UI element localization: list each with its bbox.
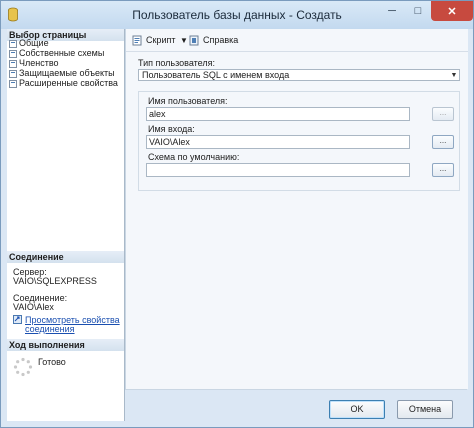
page-item-membership[interactable]: Членство	[9, 58, 118, 68]
username-field[interactable]: alex	[146, 107, 410, 121]
script-button[interactable]: Скрипт	[132, 33, 175, 47]
script-icon	[132, 35, 142, 45]
help-icon	[189, 35, 199, 45]
toolbar: Скрипт ▼ Справка	[126, 29, 468, 52]
page-item-general[interactable]: Общие	[9, 38, 118, 48]
page-item-securables[interactable]: Защищаемые объекты	[9, 68, 118, 78]
login-browse-button[interactable]: ...	[432, 135, 454, 149]
connection-value: VAIO\Alex	[13, 302, 54, 312]
progress-spinner-icon	[13, 357, 33, 377]
page-icon	[9, 59, 17, 68]
cancel-button[interactable]: Отмена	[397, 400, 453, 419]
progress-header: Ход выполнения	[7, 339, 124, 351]
page-icon	[9, 69, 17, 78]
dialog-window: Пользователь базы данных - Создать ─ □ ✕…	[0, 0, 474, 428]
username-label: Имя пользователя:	[148, 96, 228, 106]
login-label: Имя входа:	[148, 124, 195, 134]
maximize-button[interactable]: □	[405, 1, 431, 21]
help-button-label: Справка	[203, 35, 239, 45]
page-item-label: Расширенные свойства	[19, 78, 118, 88]
chevron-down-icon: ▼	[450, 71, 458, 79]
connection-header: Соединение	[7, 251, 124, 263]
main-pane: Скрипт ▼ Справка Тип пользователя: Польз…	[125, 29, 468, 389]
title-bar: Пользователь базы данных - Создать ─ □ ✕	[1, 1, 473, 29]
page-item-label: Защищаемые объекты	[19, 68, 115, 78]
login-field[interactable]: VAIO\Alex	[146, 135, 410, 149]
view-connection-properties-link-2[interactable]: соединения	[25, 324, 75, 334]
page-item-owned-schemas[interactable]: Собственные схемы	[9, 48, 118, 58]
page-item-extended-properties[interactable]: Расширенные свойства	[9, 78, 118, 88]
connection-properties-icon	[13, 315, 22, 324]
page-item-label: Членство	[19, 58, 59, 68]
default-schema-field[interactable]	[146, 163, 410, 177]
script-dropdown-arrow[interactable]: ▼	[180, 33, 188, 47]
left-pane: Выбор страницы Общие Собственные схемы Ч…	[7, 29, 125, 421]
page-item-label: Собственные схемы	[19, 48, 105, 58]
ok-button[interactable]: OK	[329, 400, 385, 419]
script-button-label: Скрипт	[146, 35, 176, 45]
button-bar: OK Отмена	[125, 389, 467, 422]
minimize-button[interactable]: ─	[379, 1, 405, 21]
progress-status: Готово	[38, 357, 66, 367]
username-browse-button[interactable]: ...	[432, 107, 454, 121]
close-button[interactable]: ✕	[431, 1, 473, 21]
page-icon	[9, 79, 17, 88]
page-icon	[9, 49, 17, 58]
user-type-value: Пользователь SQL с именем входа	[142, 70, 290, 80]
help-button[interactable]: Справка	[189, 33, 238, 47]
page-icon	[9, 39, 17, 48]
default-schema-label: Схема по умолчанию:	[148, 152, 240, 162]
user-type-select[interactable]: Пользователь SQL с именем входа ▼	[138, 69, 460, 81]
user-type-label: Тип пользователя:	[138, 58, 215, 68]
page-list: Общие Собственные схемы Членство Защищае…	[9, 38, 118, 88]
page-item-label: Общие	[19, 38, 49, 48]
server-value: VAIO\SQLEXPRESS	[13, 276, 97, 286]
default-schema-browse-button[interactable]: ...	[432, 163, 454, 177]
